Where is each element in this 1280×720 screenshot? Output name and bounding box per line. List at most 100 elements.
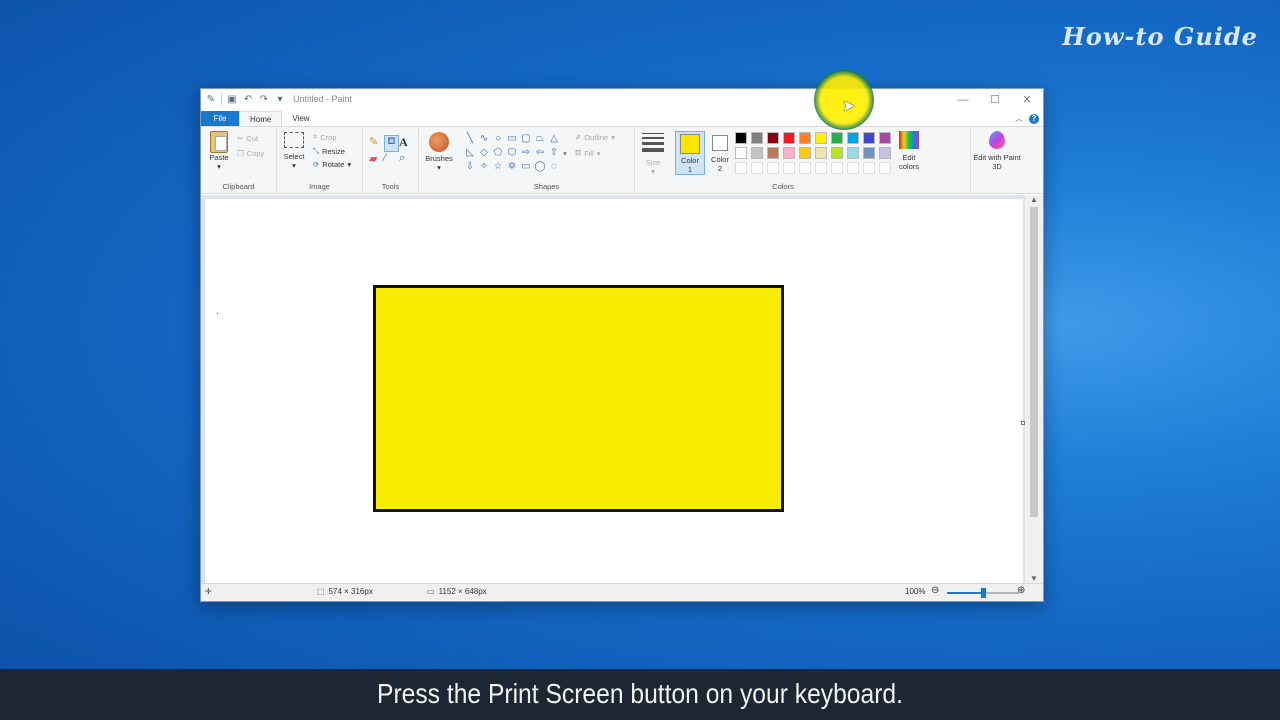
palette-swatch[interactable] [831,162,843,174]
palette-swatch[interactable] [847,132,859,144]
palette-swatch[interactable] [751,162,763,174]
palette-swatch[interactable] [783,132,795,144]
yellow-rectangle-shape[interactable] [373,285,784,512]
fill-bucket-icon[interactable]: ⛾ [384,135,399,152]
scrollbar-thumb[interactable] [1030,207,1038,517]
palette-swatch[interactable] [783,147,795,159]
scroll-up-arrow-icon[interactable]: ▲ [1025,195,1043,204]
palette-swatch[interactable] [751,147,763,159]
save-icon[interactable]: ▣ [226,94,238,105]
cloud-callout-shape-icon[interactable]: ◌ [547,160,561,174]
palette-swatch[interactable] [735,132,747,144]
palette-swatch[interactable] [735,162,747,174]
paste-button[interactable]: Paste ▾ [207,131,231,171]
zoom-slider-knob[interactable] [981,588,986,598]
fill-button[interactable]: ⛾ Fill ▾ [575,148,601,158]
close-button[interactable]: ✕ [1011,89,1043,111]
palette-swatch[interactable] [815,162,827,174]
shapes-expand-icon[interactable]: ▾ [563,149,567,158]
outline-button[interactable]: ✐ Outline ▾ [575,133,615,142]
redo-icon[interactable]: ↷ [258,94,270,105]
help-icon[interactable]: ? [1029,113,1039,124]
palette-swatch[interactable] [767,147,779,159]
undo-icon[interactable]: ↶ [242,94,254,105]
palette-swatch[interactable] [751,132,763,144]
tab-view[interactable]: View [282,111,319,126]
color-picker-icon[interactable]: ⁄ [384,152,399,169]
palette-swatch[interactable] [831,132,843,144]
scroll-down-arrow-icon[interactable]: ▼ [1025,574,1043,583]
drawing-canvas[interactable] [205,199,1023,583]
tab-home[interactable]: Home [239,111,283,126]
rotate-dropdown-icon[interactable]: ▾ [347,160,351,169]
rounded-rectangle-shape-icon[interactable]: ▢ [519,132,533,146]
vertical-scrollbar[interactable]: ▲ ▼ [1025,195,1043,583]
oval-shape-icon[interactable]: ○ [491,132,505,146]
tab-file[interactable]: File [201,111,239,126]
six-point-star-shape-icon[interactable]: ✡ [505,160,519,174]
magnifier-icon[interactable]: ⌕ [399,152,414,169]
palette-swatch[interactable] [799,162,811,174]
maximize-button[interactable]: ☐ [979,89,1011,111]
pencil-icon[interactable]: ✎ [369,135,384,152]
palette-swatch[interactable] [831,147,843,159]
diamond-shape-icon[interactable]: ◇ [477,146,491,160]
palette-swatch[interactable] [879,147,891,159]
right-arrow-shape-icon[interactable]: ⇨ [519,146,533,160]
palette-swatch[interactable] [847,147,859,159]
palette-swatch[interactable] [815,147,827,159]
palette-swatch[interactable] [863,132,875,144]
hexagon-shape-icon[interactable]: ⬡ [505,146,519,160]
brushes-button[interactable]: Brushes ▾ [423,132,455,172]
paste-dropdown-icon[interactable]: ▾ [207,162,231,171]
resize-button[interactable]: ⤡ Resize [313,146,345,156]
callout-oval-shape-icon[interactable]: ◯ [533,160,547,174]
down-arrow-shape-icon[interactable]: ⇩ [463,160,477,174]
palette-swatch[interactable] [863,162,875,174]
minimize-ribbon-icon[interactable]: ︿ [1015,113,1023,124]
select-dropdown-icon[interactable]: ▾ [281,161,307,170]
five-point-star-shape-icon[interactable]: ☆ [491,160,505,174]
edit-with-paint3d-button[interactable]: Edit with Paint 3D [973,131,1021,171]
palette-swatch[interactable] [767,162,779,174]
copy-button[interactable]: ❐ Copy [237,149,264,158]
up-arrow-shape-icon[interactable]: ⇧ [547,146,561,160]
color2-button[interactable]: Color 2 [707,131,733,173]
right-triangle-shape-icon[interactable]: ◺ [463,146,477,160]
brushes-dropdown-icon[interactable]: ▾ [423,163,455,172]
palette-swatch[interactable] [879,132,891,144]
palette-swatch[interactable] [783,162,795,174]
palette-swatch[interactable] [799,132,811,144]
eraser-icon[interactable]: ▰ [369,152,384,169]
palette-swatch[interactable] [863,147,875,159]
rotate-button[interactable]: ⟳ Rotate ▾ [313,160,351,169]
copy-icon: ❐ [237,149,244,158]
left-arrow-shape-icon[interactable]: ⇦ [533,146,547,160]
polygon-shape-icon[interactable]: ⏢ [533,132,547,146]
zoom-slider[interactable] [947,588,1019,598]
four-point-star-shape-icon[interactable]: ✧ [477,160,491,174]
text-tool-icon[interactable]: A [399,135,414,152]
palette-swatch[interactable] [799,147,811,159]
edit-colors-button[interactable]: Edit colors [895,131,923,171]
size-button[interactable]: Size ▾ [639,133,667,176]
triangle-shape-icon[interactable]: △ [547,132,561,146]
crop-button[interactable]: ⌗ Crop [313,132,337,142]
minimize-button[interactable]: — [947,89,979,111]
palette-swatch[interactable] [847,162,859,174]
zoom-in-icon[interactable]: ⊕ [1017,585,1025,596]
palette-swatch[interactable] [815,132,827,144]
rectangle-shape-icon[interactable]: ▭ [505,132,519,146]
select-button[interactable]: Select ▾ [281,132,307,170]
color1-button[interactable]: Color 1 [675,131,705,175]
customize-dropdown-icon[interactable]: ▾ [274,94,286,105]
palette-swatch[interactable] [767,132,779,144]
pentagon-shape-icon[interactable]: ⬠ [491,146,505,160]
zoom-out-icon[interactable]: ⊖ [931,585,939,596]
line-shape-icon[interactable]: ╲ [463,132,477,146]
callout-rectangle-shape-icon[interactable]: ▭ [519,160,533,174]
palette-swatch[interactable] [879,162,891,174]
palette-swatch[interactable] [735,147,747,159]
cut-button[interactable]: ✂ Cut [237,134,258,143]
curve-shape-icon[interactable]: ∿ [477,132,491,146]
